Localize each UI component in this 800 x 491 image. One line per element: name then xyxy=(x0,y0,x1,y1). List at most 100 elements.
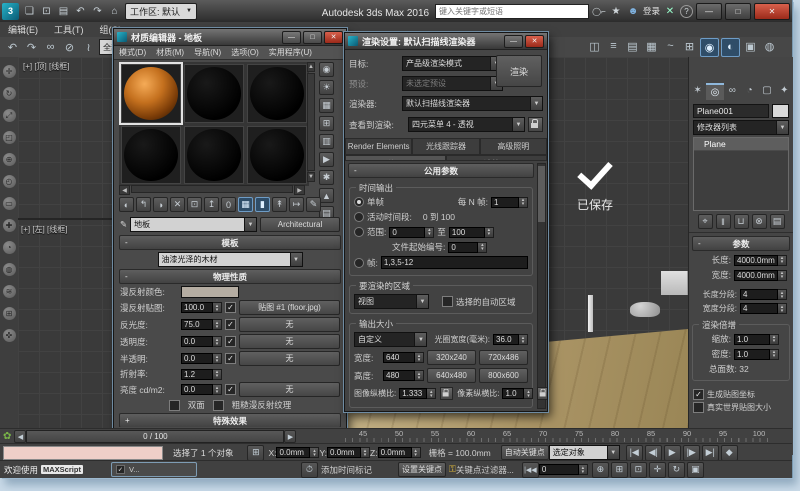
render-production-icon[interactable]: ◍ xyxy=(761,38,778,55)
preset-320x240-button[interactable]: 320x240 xyxy=(427,350,476,365)
hierarchy-tab[interactable]: ∞ xyxy=(724,83,741,98)
pixel-aspect-spinner[interactable]: 1.0 xyxy=(502,388,533,399)
render-tab-光线跟踪器[interactable]: 光线跟踪器 xyxy=(412,138,479,155)
make-unique-icon[interactable]: ⊡ xyxy=(187,197,202,212)
luminance-checkbox[interactable] xyxy=(225,384,236,395)
render-button[interactable]: 渲染 xyxy=(496,55,542,87)
z-coord-spinner[interactable]: 0.0mm xyxy=(378,447,421,458)
translucency-checkbox[interactable] xyxy=(225,353,236,364)
make-unique-stack-icon[interactable]: ⊔ xyxy=(734,214,749,229)
save-file-icon[interactable]: ▤ xyxy=(56,4,71,19)
workspace-dropdown[interactable]: 工作区: 默认▼ xyxy=(125,3,197,20)
scene-object-box[interactable] xyxy=(661,271,688,295)
renderer-dropdown[interactable]: 默认扫描线渲染器▼ xyxy=(402,96,543,111)
go-to-end-button[interactable]: ▶| xyxy=(702,445,719,461)
add-time-tag-label[interactable]: 添加时间标记 xyxy=(321,464,372,476)
material-menu-模式(D)[interactable]: 模式(D) xyxy=(114,47,151,58)
material-menu-导航(N)[interactable]: 导航(N) xyxy=(189,47,226,58)
viewport-divider[interactable] xyxy=(18,218,114,220)
key-filters-label[interactable]: 关键点过滤器... xyxy=(456,464,514,476)
sample-hscrollbar[interactable]: ◀▶ xyxy=(119,185,305,193)
key-toggle-icon[interactable]: ◆ xyxy=(721,445,738,461)
diffuse-map-spinner[interactable]: 100.0 xyxy=(181,302,222,313)
side-tool-icon-1[interactable]: ↻ xyxy=(3,87,16,100)
preset-720x486-button[interactable]: 720x486 xyxy=(479,350,528,365)
side-tool-icon-10[interactable]: ≋ xyxy=(3,285,16,298)
luminance-map-button[interactable]: 无 xyxy=(239,382,340,397)
sample-slot-6[interactable] xyxy=(247,126,307,185)
show-end-result-stack-icon[interactable]: ‖ xyxy=(716,214,731,229)
sample-vscrollbar[interactable]: ▲▼ xyxy=(307,62,315,182)
signin-label[interactable]: 登录 xyxy=(643,5,660,17)
frames-radio[interactable] xyxy=(354,258,364,268)
next-frame-button[interactable]: |▶ xyxy=(683,445,700,461)
picker-icon[interactable]: ✎ xyxy=(120,219,127,230)
area-dropdown[interactable]: 视图▼ xyxy=(354,294,429,309)
length-spinner[interactable]: 4000.0mm xyxy=(734,255,787,266)
selected-filter-dropdown[interactable]: 选定对象▼ xyxy=(549,445,620,460)
length-segs-spinner[interactable]: 4 xyxy=(740,289,787,300)
rollout-physical[interactable]: -物理性质 xyxy=(119,269,341,284)
set-key-button[interactable]: 设置关键点 xyxy=(398,462,446,477)
material-menu-材质(M)[interactable]: 材质(M) xyxy=(151,47,189,58)
raw-diffuse-checkbox[interactable] xyxy=(213,400,224,411)
exchange-icon[interactable]: ✕ xyxy=(663,4,677,18)
search-icon[interactable]: ◯⌐ xyxy=(592,4,606,18)
transform-type-in-icon[interactable]: ⊞ xyxy=(247,445,264,461)
menu-item-编辑(E)[interactable]: 编辑(E) xyxy=(0,23,46,36)
shininess-spinner[interactable]: 75.0 xyxy=(181,319,222,330)
template-dropdown[interactable]: 油漆光泽的木材▼ xyxy=(158,252,303,267)
scene-object-teapot[interactable] xyxy=(630,302,660,317)
go-to-parent-icon[interactable]: ↟ xyxy=(272,197,287,212)
diffuse-map-checkbox[interactable] xyxy=(225,302,236,313)
minimize-button[interactable]: — xyxy=(696,3,722,20)
layer-explorer-icon[interactable]: ▤ xyxy=(624,38,641,55)
time-slider-next[interactable]: ▶ xyxy=(284,430,296,443)
show-map-in-viewport-icon[interactable]: ▦ xyxy=(238,197,253,212)
redo-icon[interactable]: ↷ xyxy=(23,39,40,56)
material-editor-icon[interactable]: ◉ xyxy=(700,38,719,57)
backlight-icon[interactable]: ☀ xyxy=(319,80,334,95)
put-to-scene-icon[interactable]: ↰ xyxy=(136,197,151,212)
menu-item-工具(T)[interactable]: 工具(T) xyxy=(46,23,92,36)
time-slider-prev[interactable]: ◀ xyxy=(14,430,26,443)
zoom-extents-icon[interactable]: ⊡ xyxy=(630,462,647,478)
diffuse-color-swatch[interactable] xyxy=(181,286,239,298)
material-id-icon[interactable]: 0 xyxy=(221,197,236,212)
open-file-icon[interactable]: ⊡ xyxy=(39,4,54,19)
target-dropdown[interactable]: 产品级渲染模式▼ xyxy=(402,56,503,71)
configure-modifier-sets-icon[interactable]: ▤ xyxy=(770,214,785,229)
range-to-spinner[interactable]: 100 xyxy=(449,227,494,238)
stack-item-plane[interactable]: Plane xyxy=(694,138,788,151)
side-tool-icon-7[interactable]: ✚ xyxy=(3,219,16,232)
redo-icon[interactable]: ↷ xyxy=(90,4,105,19)
sample-type-icon[interactable]: ◉ xyxy=(319,62,334,77)
lock-view-icon[interactable] xyxy=(528,117,543,132)
render-tab-Render Elements[interactable]: Render Elements xyxy=(345,138,412,155)
close-button[interactable]: ✕ xyxy=(754,3,790,20)
luminance-spinner[interactable]: 0.0 xyxy=(181,384,222,395)
diffuse-map-button[interactable]: 贴图 #1 (floor.jpg) xyxy=(239,300,340,315)
side-tool-icon-9[interactable]: ◍ xyxy=(3,263,16,276)
image-aspect-lock-icon[interactable] xyxy=(440,387,453,400)
pin-stack-icon[interactable]: ⌖ xyxy=(698,214,713,229)
width-spinner[interactable]: 4000.0mm xyxy=(734,270,787,281)
y-coord-spinner[interactable]: 0.0mm xyxy=(327,447,370,458)
show-end-result-icon[interactable]: ▮ xyxy=(255,197,270,212)
real-world-map-checkbox[interactable] xyxy=(693,402,704,413)
unlink-selection-icon[interactable]: ⊘ xyxy=(61,39,78,56)
render-setup-icon[interactable]: ◐ xyxy=(721,38,740,57)
single-frame-radio[interactable] xyxy=(354,197,364,207)
object-color-swatch[interactable] xyxy=(772,104,789,118)
file-number-base-spinner[interactable]: 0 xyxy=(448,242,487,253)
side-tool-icon-8[interactable]: ◔ xyxy=(3,241,16,254)
key-mode-toggle[interactable]: |◀◀ xyxy=(522,462,539,478)
undo-icon[interactable]: ↶ xyxy=(73,4,88,19)
maximize-viewport-icon[interactable]: ▣ xyxy=(687,462,704,478)
object-name-field[interactable]: Plane001 xyxy=(693,104,769,118)
frames-field[interactable]: 1,3,5-12 xyxy=(381,256,528,269)
side-tool-icon-11[interactable]: ⊞ xyxy=(3,307,16,320)
scrollbar-thumb[interactable] xyxy=(538,166,545,222)
time-tag-icon[interactable]: ⏱ xyxy=(301,462,318,478)
orbit-icon[interactable]: ↻ xyxy=(668,462,685,478)
